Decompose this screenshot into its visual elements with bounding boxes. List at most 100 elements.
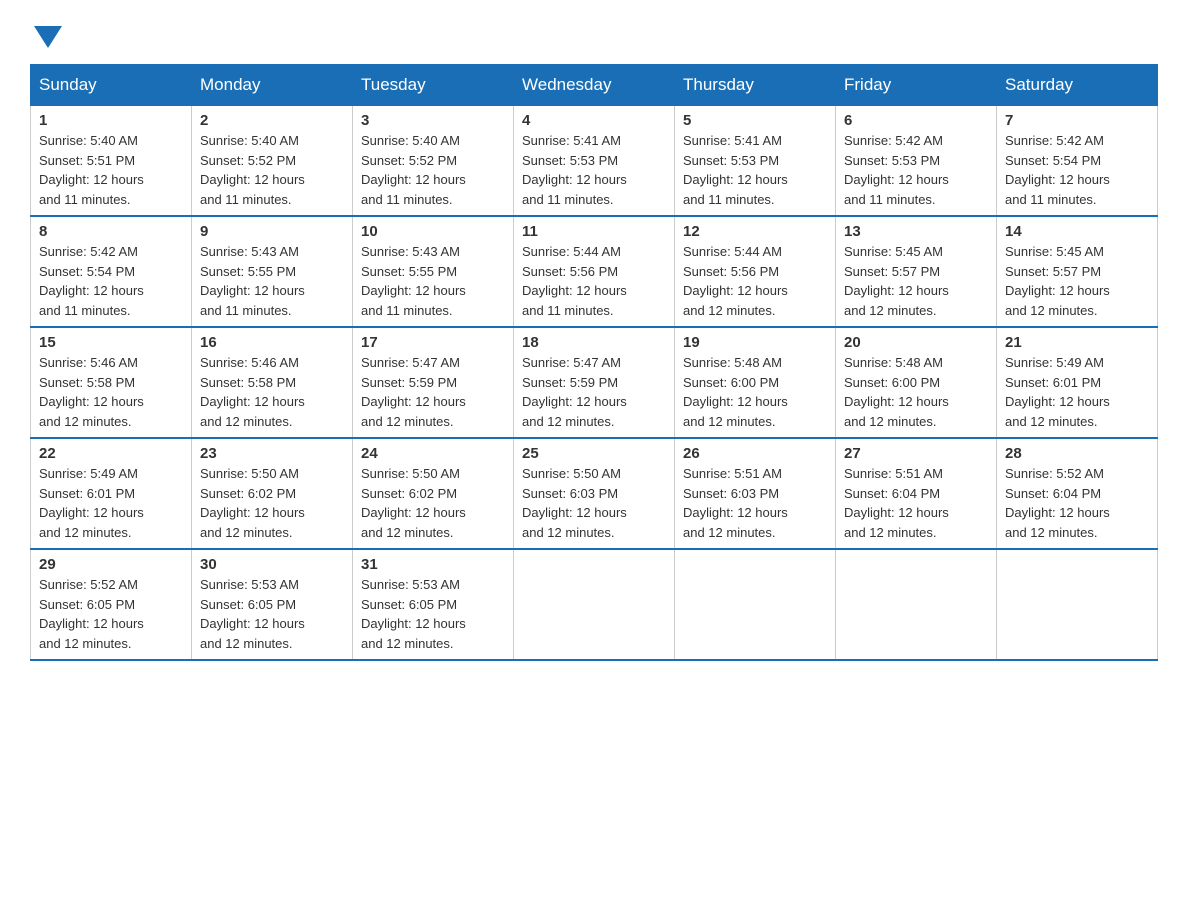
col-header-wednesday: Wednesday xyxy=(514,65,675,106)
calendar-week-row: 1 Sunrise: 5:40 AMSunset: 5:51 PMDaylight… xyxy=(31,106,1158,217)
calendar-cell: 18 Sunrise: 5:47 AMSunset: 5:59 PMDayligh… xyxy=(514,327,675,438)
day-number: 7 xyxy=(1005,112,1149,129)
day-info: Sunrise: 5:45 AMSunset: 5:57 PMDaylight:… xyxy=(1005,242,1149,320)
calendar-cell: 20Sunrise: 5:48 AMSunset: 6:00 PMDayligh… xyxy=(836,327,997,438)
day-number: 29 xyxy=(39,556,183,573)
day-info: Sunrise: 5:50 AMSunset: 6:02 PMDaylight:… xyxy=(361,464,505,542)
calendar-cell: 10Sunrise: 5:43 AMSunset: 5:55 PMDayligh… xyxy=(353,216,514,327)
calendar-cell xyxy=(514,549,675,660)
calendar-cell: 21 Sunrise: 5:49 AMSunset: 6:01 PMDayligh… xyxy=(997,327,1158,438)
day-number: 8 xyxy=(39,223,183,240)
day-info: Sunrise: 5:45 AMSunset: 5:57 PMDaylight:… xyxy=(844,242,988,320)
calendar-cell: 14 Sunrise: 5:45 AMSunset: 5:57 PMDayligh… xyxy=(997,216,1158,327)
day-info: Sunrise: 5:42 AMSunset: 5:54 PMDaylight:… xyxy=(1005,131,1149,209)
day-info: Sunrise: 5:43 AMSunset: 5:55 PMDaylight:… xyxy=(200,242,344,320)
day-number: 11 xyxy=(522,223,666,240)
calendar-cell: 27 Sunrise: 5:51 AMSunset: 6:04 PMDayligh… xyxy=(836,438,997,549)
page-header xyxy=(30,20,1158,44)
calendar-cell: 11 Sunrise: 5:44 AMSunset: 5:56 PMDayligh… xyxy=(514,216,675,327)
calendar-cell: 13 Sunrise: 5:45 AMSunset: 5:57 PMDayligh… xyxy=(836,216,997,327)
day-info: Sunrise: 5:48 AMSunset: 6:00 PMDaylight:… xyxy=(844,353,988,431)
calendar-cell: 24 Sunrise: 5:50 AMSunset: 6:02 PMDayligh… xyxy=(353,438,514,549)
calendar-cell xyxy=(836,549,997,660)
calendar-cell: 30Sunrise: 5:53 AMSunset: 6:05 PMDayligh… xyxy=(192,549,353,660)
calendar-cell: 29 Sunrise: 5:52 AMSunset: 6:05 PMDayligh… xyxy=(31,549,192,660)
day-info: Sunrise: 5:53 AMSunset: 6:05 PMDaylight:… xyxy=(361,575,505,653)
day-number: 21 xyxy=(1005,334,1149,351)
day-info: Sunrise: 5:40 AMSunset: 5:52 PMDaylight:… xyxy=(361,131,505,209)
day-number: 5 xyxy=(683,112,827,129)
calendar-cell: 12 Sunrise: 5:44 AMSunset: 5:56 PMDayligh… xyxy=(675,216,836,327)
calendar-cell: 6 Sunrise: 5:42 AMSunset: 5:53 PMDaylight… xyxy=(836,106,997,217)
calendar-cell: 16 Sunrise: 5:46 AMSunset: 5:58 PMDayligh… xyxy=(192,327,353,438)
calendar-cell: 17Sunrise: 5:47 AMSunset: 5:59 PMDayligh… xyxy=(353,327,514,438)
day-number: 22 xyxy=(39,445,183,462)
calendar-week-row: 15Sunrise: 5:46 AMSunset: 5:58 PMDayligh… xyxy=(31,327,1158,438)
day-info: Sunrise: 5:46 AMSunset: 5:58 PMDaylight:… xyxy=(39,353,183,431)
day-info: Sunrise: 5:46 AMSunset: 5:58 PMDaylight:… xyxy=(200,353,344,431)
day-info: Sunrise: 5:40 AMSunset: 5:52 PMDaylight:… xyxy=(200,131,344,209)
calendar-table: SundayMondayTuesdayWednesdayThursdayFrid… xyxy=(30,64,1158,661)
day-number: 4 xyxy=(522,112,666,129)
calendar-header-row: SundayMondayTuesdayWednesdayThursdayFrid… xyxy=(31,65,1158,106)
col-header-saturday: Saturday xyxy=(997,65,1158,106)
calendar-cell: 28 Sunrise: 5:52 AMSunset: 6:04 PMDayligh… xyxy=(997,438,1158,549)
day-number: 2 xyxy=(200,112,344,129)
col-header-sunday: Sunday xyxy=(31,65,192,106)
day-number: 19 xyxy=(683,334,827,351)
day-number: 25 xyxy=(522,445,666,462)
day-info: Sunrise: 5:49 AMSunset: 6:01 PMDaylight:… xyxy=(1005,353,1149,431)
calendar-cell: 26 Sunrise: 5:51 AMSunset: 6:03 PMDayligh… xyxy=(675,438,836,549)
day-info: Sunrise: 5:49 AMSunset: 6:01 PMDaylight:… xyxy=(39,464,183,542)
calendar-cell: 3 Sunrise: 5:40 AMSunset: 5:52 PMDaylight… xyxy=(353,106,514,217)
day-number: 13 xyxy=(844,223,988,240)
day-info: Sunrise: 5:50 AMSunset: 6:02 PMDaylight:… xyxy=(200,464,344,542)
logo xyxy=(30,20,62,44)
day-number: 12 xyxy=(683,223,827,240)
day-info: Sunrise: 5:52 AMSunset: 6:04 PMDaylight:… xyxy=(1005,464,1149,542)
day-info: Sunrise: 5:48 AMSunset: 6:00 PMDaylight:… xyxy=(683,353,827,431)
day-number: 6 xyxy=(844,112,988,129)
day-info: Sunrise: 5:40 AMSunset: 5:51 PMDaylight:… xyxy=(39,131,183,209)
calendar-cell: 25Sunrise: 5:50 AMSunset: 6:03 PMDayligh… xyxy=(514,438,675,549)
calendar-cell: 22 Sunrise: 5:49 AMSunset: 6:01 PMDayligh… xyxy=(31,438,192,549)
day-number: 17 xyxy=(361,334,505,351)
logo-triangle-icon xyxy=(34,26,62,48)
day-number: 14 xyxy=(1005,223,1149,240)
day-number: 10 xyxy=(361,223,505,240)
calendar-cell: 9 Sunrise: 5:43 AMSunset: 5:55 PMDaylight… xyxy=(192,216,353,327)
day-number: 28 xyxy=(1005,445,1149,462)
day-number: 1 xyxy=(39,112,183,129)
calendar-week-row: 29 Sunrise: 5:52 AMSunset: 6:05 PMDayligh… xyxy=(31,549,1158,660)
day-number: 27 xyxy=(844,445,988,462)
day-number: 16 xyxy=(200,334,344,351)
day-number: 24 xyxy=(361,445,505,462)
day-info: Sunrise: 5:42 AMSunset: 5:54 PMDaylight:… xyxy=(39,242,183,320)
day-info: Sunrise: 5:47 AMSunset: 5:59 PMDaylight:… xyxy=(522,353,666,431)
day-info: Sunrise: 5:51 AMSunset: 6:04 PMDaylight:… xyxy=(844,464,988,542)
calendar-cell: 1 Sunrise: 5:40 AMSunset: 5:51 PMDaylight… xyxy=(31,106,192,217)
col-header-friday: Friday xyxy=(836,65,997,106)
col-header-thursday: Thursday xyxy=(675,65,836,106)
day-number: 3 xyxy=(361,112,505,129)
calendar-cell: 23 Sunrise: 5:50 AMSunset: 6:02 PMDayligh… xyxy=(192,438,353,549)
day-number: 31 xyxy=(361,556,505,573)
day-info: Sunrise: 5:42 AMSunset: 5:53 PMDaylight:… xyxy=(844,131,988,209)
day-number: 23 xyxy=(200,445,344,462)
day-info: Sunrise: 5:44 AMSunset: 5:56 PMDaylight:… xyxy=(522,242,666,320)
day-info: Sunrise: 5:53 AMSunset: 6:05 PMDaylight:… xyxy=(200,575,344,653)
day-info: Sunrise: 5:41 AMSunset: 5:53 PMDaylight:… xyxy=(522,131,666,209)
day-info: Sunrise: 5:44 AMSunset: 5:56 PMDaylight:… xyxy=(683,242,827,320)
calendar-week-row: 22 Sunrise: 5:49 AMSunset: 6:01 PMDayligh… xyxy=(31,438,1158,549)
calendar-cell: 7 Sunrise: 5:42 AMSunset: 5:54 PMDaylight… xyxy=(997,106,1158,217)
day-number: 18 xyxy=(522,334,666,351)
calendar-cell: 4 Sunrise: 5:41 AMSunset: 5:53 PMDaylight… xyxy=(514,106,675,217)
day-number: 26 xyxy=(683,445,827,462)
col-header-monday: Monday xyxy=(192,65,353,106)
day-info: Sunrise: 5:41 AMSunset: 5:53 PMDaylight:… xyxy=(683,131,827,209)
day-number: 9 xyxy=(200,223,344,240)
day-info: Sunrise: 5:51 AMSunset: 6:03 PMDaylight:… xyxy=(683,464,827,542)
day-info: Sunrise: 5:52 AMSunset: 6:05 PMDaylight:… xyxy=(39,575,183,653)
calendar-cell: 8 Sunrise: 5:42 AMSunset: 5:54 PMDaylight… xyxy=(31,216,192,327)
calendar-cell: 19 Sunrise: 5:48 AMSunset: 6:00 PMDayligh… xyxy=(675,327,836,438)
